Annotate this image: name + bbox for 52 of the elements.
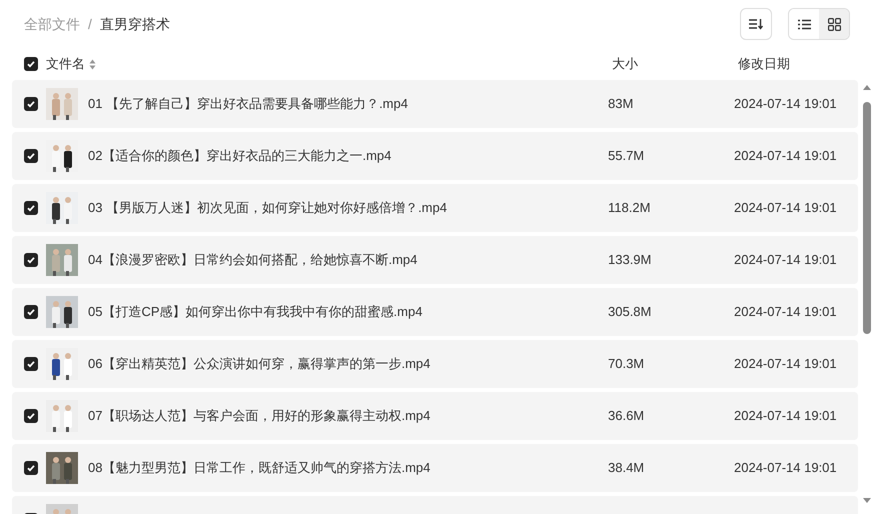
list-icon bbox=[798, 18, 810, 30]
file-row[interactable]: 07【职场达人范】与客户会面，用好的形象赢得主动权.mp4 36.6M 2024-07-14 19:01 bbox=[12, 392, 858, 440]
file-size: 36.6M bbox=[608, 407, 646, 426]
file-date: 2024-07-14 19:01 bbox=[734, 147, 837, 166]
file-date: 2024-07-14 19:01 bbox=[734, 303, 837, 322]
checkbox[interactable] bbox=[24, 409, 38, 423]
grid-icon bbox=[828, 18, 840, 30]
file-date: 2024-07-14 19:01 bbox=[734, 199, 837, 218]
checkbox[interactable] bbox=[24, 201, 38, 215]
column-header[interactable]: 文件名 bbox=[46, 54, 85, 74]
checkbox[interactable] bbox=[24, 149, 38, 163]
sort-button[interactable] bbox=[740, 8, 772, 40]
file-row[interactable]: 08【魅力型男范】日常工作，既舒适又帅气的穿搭方法.mp4 38.4M 2024-07-14 19:01 bbox=[12, 444, 858, 492]
file-size: 55.7M bbox=[608, 147, 646, 166]
file-size: 118.2M bbox=[608, 199, 652, 218]
file-size: 305.8M bbox=[608, 303, 652, 322]
file-row[interactable]: 02【适合你的颜色】穿出好衣品的三大能力之一.mp4 55.7M 2024-07-14 19:01 bbox=[12, 132, 858, 180]
file-name: 03 【男版万人迷】初次见面，如何穿让她对你好感倍增？.mp4 bbox=[88, 199, 448, 218]
column-header: 大小 bbox=[612, 55, 639, 74]
file-date: 2024-07-14 19:01 bbox=[734, 355, 837, 374]
checkbox[interactable] bbox=[24, 97, 38, 111]
file-name: 08【魅力型男范】日常工作，既舒适又帅气的穿搭方法.mp4 bbox=[88, 459, 432, 478]
file-row[interactable]: 05【打造CP感】如何穿出你中有我我中有你的甜蜜感.mp4 305.8M 2024-07-14 19:01 bbox=[12, 288, 858, 336]
file-date: 2024-07-14 19:01 bbox=[734, 407, 837, 426]
grid-view-button[interactable] bbox=[819, 9, 849, 39]
file-size: 133.9M bbox=[608, 251, 652, 270]
file-name: 01 【先了解自己】穿出好衣品需要具备哪些能力？.mp4 bbox=[88, 95, 409, 114]
file-date: 2024-07-14 19:01 bbox=[734, 95, 837, 114]
file-name: 07【职场达人范】与客户会面，用好的形象赢得主动权.mp4 bbox=[88, 407, 432, 426]
checkbox[interactable] bbox=[24, 253, 38, 267]
file-row[interactable]: 01 【先了解自己】穿出好衣品需要具备哪些能力？.mp4 83M 2024-07-14 19:01 bbox=[12, 80, 858, 128]
file-size: 70.3M bbox=[608, 355, 646, 374]
checkbox[interactable] bbox=[24, 57, 38, 71]
file-name: 02【适合你的颜色】穿出好衣品的三大能力之一.mp4 bbox=[88, 147, 392, 166]
file-size: 83M bbox=[608, 95, 634, 114]
breadcrumb-separator: / bbox=[88, 14, 92, 34]
column-header: 修改日期 bbox=[738, 55, 790, 74]
file-name: 06【穿出精英范】公众演讲如何穿，赢得掌声的第一步.mp4 bbox=[88, 355, 432, 374]
file-row[interactable]: 04【浪漫罗密欧】日常约会如何搭配，给她惊喜不断.mp4 133.9M 2024-07-14 19:01 bbox=[12, 236, 858, 284]
sort-icon[interactable] bbox=[89, 58, 96, 70]
checkbox[interactable] bbox=[24, 461, 38, 475]
file-name: 05【打造CP感】如何穿出你中有我我中有你的甜蜜感.mp4 bbox=[88, 303, 424, 322]
file-row[interactable]: 03 【男版万人迷】初次见面，如何穿让她对你好感倍增？.mp4 118.2M 2024-07-14 19:01 bbox=[12, 184, 858, 232]
file-date: 2024-07-14 19:01 bbox=[734, 251, 837, 270]
file-row[interactable]: 06【穿出精英范】公众演讲如何穿，赢得掌声的第一步.mp4 70.3M 2024-07-14 19:01 bbox=[12, 340, 858, 388]
breadcrumb-item: 直男穿搭术 bbox=[100, 14, 170, 34]
file-size: 38.4M bbox=[608, 459, 646, 478]
checkbox[interactable] bbox=[24, 357, 38, 371]
checkbox[interactable] bbox=[24, 305, 38, 319]
sort-icon bbox=[749, 18, 763, 30]
file-date: 2024-07-14 19:01 bbox=[734, 459, 837, 478]
file-name: 04【浪漫罗密欧】日常约会如何搭配，给她惊喜不断.mp4 bbox=[88, 251, 418, 270]
